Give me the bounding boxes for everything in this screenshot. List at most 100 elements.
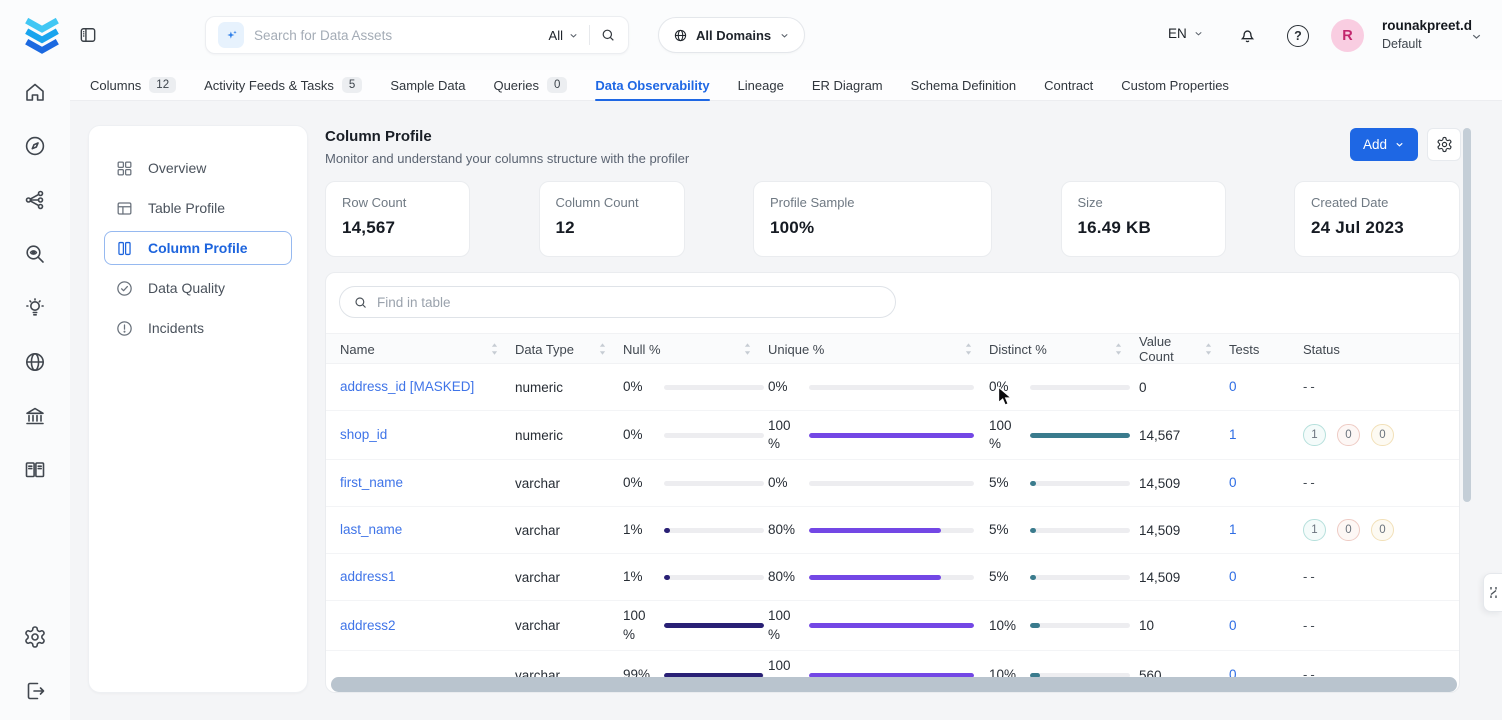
explore-icon[interactable] xyxy=(23,134,47,158)
subnav-item-column-profile[interactable]: Column Profile xyxy=(104,231,292,265)
sort-icon[interactable] xyxy=(743,342,752,356)
column-name-link[interactable]: address_id [MASKED] xyxy=(340,379,474,394)
table-row: address_id [MASKED]numeric0%0%0%00-- xyxy=(326,364,1459,411)
logout-icon[interactable] xyxy=(23,679,47,703)
stat-card-column-count: Column Count12 xyxy=(539,181,685,257)
status-badge-failed: 0 xyxy=(1337,424,1360,446)
global-search-input[interactable]: Search for Data Assets All xyxy=(205,16,629,54)
profiler-settings-button[interactable] xyxy=(1427,128,1461,161)
collapse-handle-icon xyxy=(1488,585,1499,600)
subnav-item-overview[interactable]: Overview xyxy=(89,148,307,188)
sort-icon[interactable] xyxy=(1204,342,1213,356)
column-name-link[interactable]: last_name xyxy=(340,522,402,537)
subnav-item-label: Data Quality xyxy=(148,280,225,296)
status-empty: -- xyxy=(1303,618,1318,633)
tab-schema-definition[interactable]: Schema Definition xyxy=(911,70,1017,100)
insights-icon[interactable] xyxy=(23,296,47,320)
column-name-link[interactable]: shop_id xyxy=(340,427,387,442)
sort-icon[interactable] xyxy=(1114,342,1123,356)
column-header-name[interactable]: Name xyxy=(340,342,515,357)
tests-link[interactable]: 1 xyxy=(1229,427,1237,442)
null-percent-value: 0% xyxy=(623,426,659,444)
tab-custom-properties[interactable]: Custom Properties xyxy=(1121,70,1229,100)
column-header-distinct[interactable]: Distinct % xyxy=(989,342,1139,357)
tab-lineage[interactable]: Lineage xyxy=(738,70,784,100)
tests-link[interactable]: 0 xyxy=(1229,379,1237,394)
user-menu-chevron-icon[interactable] xyxy=(1470,30,1483,43)
status-cell: 100 xyxy=(1303,424,1459,446)
null-progress-fill xyxy=(664,528,670,533)
unique-progress-fill xyxy=(809,623,974,628)
table-row: address2varchar100 %100 %10%100-- xyxy=(326,601,1459,650)
tests-link[interactable]: 0 xyxy=(1229,618,1237,633)
distinct-progress-bar xyxy=(1030,481,1130,486)
null-progress-bar xyxy=(664,575,764,580)
lineage-icon[interactable] xyxy=(23,188,47,212)
tab-label: Activity Feeds & Tasks xyxy=(204,78,334,93)
govern-icon[interactable] xyxy=(23,404,47,428)
right-panel-collapse-handle[interactable] xyxy=(1483,573,1502,612)
column-header-value-count[interactable]: Value Count xyxy=(1139,334,1229,364)
avatar[interactable]: R xyxy=(1331,19,1364,52)
search-icon xyxy=(353,295,368,310)
home-icon[interactable] xyxy=(23,80,47,104)
tab-columns[interactable]: Columns12 xyxy=(90,70,176,100)
tab-contract[interactable]: Contract xyxy=(1044,70,1093,100)
all-domains-dropdown[interactable]: All Domains xyxy=(658,17,805,53)
observability-icon[interactable] xyxy=(23,242,47,266)
subnav-item-data-quality[interactable]: Data Quality xyxy=(89,268,307,308)
distinct-percent-value: 100 % xyxy=(989,417,1025,453)
add-button[interactable]: Add xyxy=(1350,128,1418,161)
settings-icon[interactable] xyxy=(23,625,47,649)
null-progress-fill xyxy=(664,623,764,628)
tab-data-observability[interactable]: Data Observability xyxy=(595,70,709,100)
notifications-bell-icon[interactable] xyxy=(1238,25,1257,46)
subnav-item-table-profile[interactable]: Table Profile xyxy=(89,188,307,228)
sidebar-toggle-icon[interactable] xyxy=(78,25,98,45)
column-header-null[interactable]: Null % xyxy=(623,342,768,357)
stat-value: 14,567 xyxy=(342,218,453,238)
app-logo-icon[interactable] xyxy=(19,12,65,58)
column-header-data-type[interactable]: Data Type xyxy=(515,342,623,357)
tab-queries[interactable]: Queries0 xyxy=(493,70,567,100)
column-name-link[interactable]: address2 xyxy=(340,618,396,633)
null-percent-value: 0% xyxy=(623,378,659,396)
horizontal-scrollbar[interactable] xyxy=(331,677,1457,692)
domains-icon[interactable] xyxy=(23,350,47,374)
tab-count-badge: 12 xyxy=(149,77,176,93)
sort-icon[interactable] xyxy=(490,342,499,356)
chevron-down-icon xyxy=(568,30,579,41)
tests-link[interactable]: 1 xyxy=(1229,522,1237,537)
distinct-percent-value: 0% xyxy=(989,378,1025,396)
tab-er-diagram[interactable]: ER Diagram xyxy=(812,70,883,100)
language-dropdown[interactable]: EN xyxy=(1168,26,1204,41)
table-icon xyxy=(115,199,134,218)
null-progress-bar xyxy=(664,623,764,628)
column-header-unique[interactable]: Unique % xyxy=(768,342,989,357)
unique-progress-bar xyxy=(809,385,974,390)
tab-label: Sample Data xyxy=(390,78,465,93)
subnav-item-incidents[interactable]: Incidents xyxy=(89,308,307,348)
ai-sparkle-icon xyxy=(218,22,244,48)
sort-icon[interactable] xyxy=(598,342,607,356)
stat-value: 16.49 KB xyxy=(1078,218,1209,238)
vertical-scrollbar[interactable] xyxy=(1463,128,1471,502)
tests-link[interactable]: 0 xyxy=(1229,569,1237,584)
find-in-table-input[interactable]: Find in table xyxy=(339,286,896,318)
search-scope-dropdown[interactable]: All xyxy=(549,28,579,43)
tests-link[interactable]: 0 xyxy=(1229,475,1237,490)
subnav-item-label: Column Profile xyxy=(148,240,248,256)
tab-activity-feeds-tasks[interactable]: Activity Feeds & Tasks5 xyxy=(204,70,362,100)
search-icon[interactable] xyxy=(600,27,616,43)
column-name-link[interactable]: first_name xyxy=(340,475,403,490)
all-domains-label: All Domains xyxy=(696,28,771,43)
glossary-icon[interactable] xyxy=(23,458,47,482)
grid-icon xyxy=(115,159,134,178)
column-profile-table-card: Find in table NameData TypeNull %Unique … xyxy=(325,272,1460,693)
stat-label: Size xyxy=(1078,195,1209,210)
sort-icon[interactable] xyxy=(964,342,973,356)
tab-sample-data[interactable]: Sample Data xyxy=(390,70,465,100)
value-count-cell: 14,567 xyxy=(1139,428,1229,443)
column-name-link[interactable]: address1 xyxy=(340,569,396,584)
help-icon[interactable]: ? xyxy=(1287,25,1309,47)
